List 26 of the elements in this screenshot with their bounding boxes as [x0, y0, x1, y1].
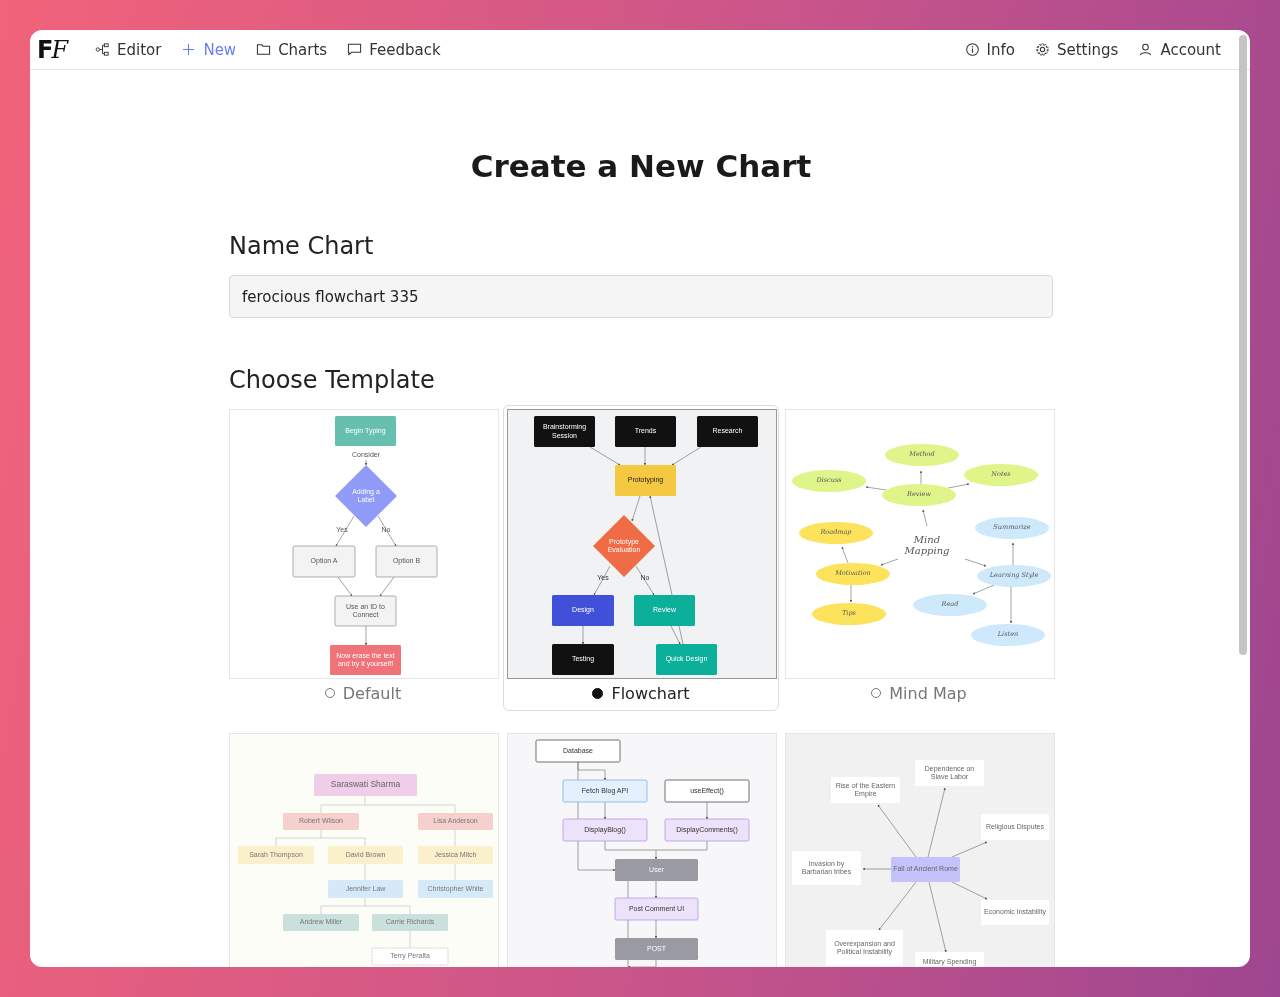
diagram-node: Saraswati Sharma [314, 774, 417, 796]
nav-link[interactable]: Editor [95, 40, 162, 59]
nav-link[interactable]: Charts [256, 40, 328, 59]
nav-link[interactable]: Feedback [347, 40, 441, 59]
folder-icon [256, 42, 272, 57]
template-name: Flowchart [611, 683, 690, 703]
plus-icon [181, 42, 197, 57]
radio-button[interactable] [592, 687, 604, 699]
nav-link[interactable]: Info [964, 40, 1015, 59]
speech-bubble-icon [347, 42, 363, 57]
user-icon [1138, 42, 1154, 57]
nav-link[interactable]: Account [1138, 40, 1221, 59]
nav-link[interactable]: New [181, 40, 237, 59]
logo[interactable]: FF [37, 35, 75, 64]
edge-label: Mind Mapping [904, 533, 950, 556]
chart-name-field[interactable]: ferocious flowchart 335 [229, 275, 1053, 318]
settings-icon [1034, 42, 1050, 57]
nodes-icon [95, 42, 110, 57]
section-heading: Name Chart [229, 231, 375, 262]
info-icon [964, 42, 980, 57]
section-heading: Choose Template [229, 365, 436, 396]
scrollbar[interactable] [1239, 35, 1247, 655]
template-name: Mind Map [889, 683, 967, 703]
page-title: Create a New Chart [469, 147, 813, 186]
nav-link[interactable]: Settings [1034, 40, 1119, 59]
template-name: Default [342, 683, 402, 703]
